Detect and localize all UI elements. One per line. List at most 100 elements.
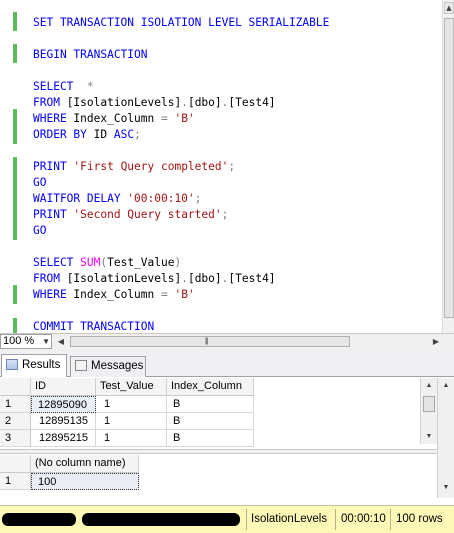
code-token: 'B'	[174, 288, 195, 301]
status-divider	[390, 509, 391, 530]
table-cell[interactable]: 1	[96, 413, 167, 430]
change-indicator	[13, 157, 17, 240]
scroll-down-icon[interactable]: ▼	[423, 431, 435, 443]
code-token: '00:00:10'	[127, 192, 195, 205]
results-grid-1[interactable]: ID Test_Value Index_Column 1 12895090 1 …	[0, 378, 437, 448]
scroll-right-icon[interactable]: ▶	[430, 335, 442, 348]
editor-horizontal-bar: 100 % ▼ ◀ ||| ▶	[0, 333, 454, 350]
scroll-down-icon[interactable]: ▼	[440, 482, 452, 494]
code-line: FROM [IsolationLevels].[dbo].[Test4]	[33, 95, 276, 111]
code-token: )	[174, 256, 182, 269]
code-token: [IsolationLevels]	[66, 96, 182, 109]
code-line: PRINT 'First Query completed';	[33, 159, 235, 175]
query-editor[interactable]: SET TRANSACTION ISOLATION LEVEL SERIALIZ…	[0, 0, 442, 333]
code-token: SUM	[80, 256, 101, 269]
tab-results[interactable]: Results	[1, 354, 67, 377]
status-bar: IsolationLevels 00:00:10 100 rows	[0, 505, 454, 533]
change-indicator	[13, 109, 17, 144]
code-token: SELECT	[33, 256, 81, 269]
code-token: [Test4]	[228, 96, 276, 109]
status-divider	[335, 509, 336, 530]
code-token: 'Second Query started'	[73, 208, 222, 221]
table-cell[interactable]: 12895135	[31, 413, 96, 430]
chevron-down-icon: ▼	[42, 337, 50, 346]
code-line: WHERE Index_Column = 'B'	[33, 111, 195, 127]
code-token: Test_Value	[107, 256, 175, 269]
code-token: *	[86, 80, 94, 93]
scroll-up-icon[interactable]: ▲	[440, 380, 452, 392]
scroll-up-icon[interactable]: ▲	[423, 380, 435, 392]
code-token: 'First Query completed'	[73, 160, 229, 173]
code-token: ;	[134, 128, 141, 141]
code-token: SELECT	[33, 80, 87, 93]
zoom-value: 100 %	[3, 335, 35, 347]
code-line: GO	[33, 175, 46, 191]
results-vertical-scrollbar[interactable]: ▲ ▼	[437, 378, 454, 498]
status-row-count: 100 rows	[396, 513, 443, 525]
code-line: GO	[33, 223, 46, 239]
horizontal-scrollbar-thumb[interactable]	[70, 336, 350, 347]
code-token: =	[160, 112, 175, 125]
tab-messages[interactable]: Messages	[70, 356, 146, 377]
column-header[interactable]: (No column name)	[31, 455, 139, 473]
code-token: .	[181, 96, 188, 109]
row-number[interactable]: 2	[0, 413, 31, 430]
table-cell[interactable]: 1	[96, 430, 167, 447]
row-number[interactable]: 1	[0, 473, 31, 490]
scroll-left-icon[interactable]: ◀	[55, 335, 67, 348]
table-cell[interactable]: B	[167, 413, 254, 430]
code-token: [dbo]	[187, 96, 222, 109]
code-token: [IsolationLevels]	[66, 272, 182, 285]
scrollbar-thumb[interactable]	[444, 18, 454, 318]
code-token: ;	[228, 160, 236, 173]
code-token: [dbo]	[187, 272, 222, 285]
code-token: 'B'	[174, 112, 195, 125]
row-number[interactable]: 1	[0, 396, 31, 413]
column-header[interactable]: Index_Column	[167, 378, 254, 396]
table-cell[interactable]: 12895090	[31, 396, 96, 413]
row-number[interactable]: 3	[0, 430, 31, 447]
code-line: ORDER BY ID ASC;	[33, 127, 141, 143]
column-header[interactable]: Test_Value	[96, 378, 167, 396]
messages-icon	[75, 360, 87, 372]
code-line: PRINT 'Second Query started';	[33, 207, 228, 223]
scrollbar-thumb[interactable]	[423, 396, 435, 412]
grip-icon: |||	[205, 338, 209, 345]
table-cell[interactable]: 12895215	[31, 430, 96, 447]
code-line: FROM [IsolationLevels].[dbo].[Test4]	[33, 271, 276, 287]
code-token: [Test4]	[228, 272, 276, 285]
code-token: Index_Column	[73, 288, 161, 301]
code-line: SELECT SUM(Test_Value)	[33, 255, 181, 271]
code-line: WAITFOR DELAY '00:00:10';	[33, 191, 201, 207]
grid-vertical-scrollbar[interactable]: ▲ ▼	[420, 378, 437, 444]
scroll-up-icon[interactable]: ▲	[444, 2, 454, 14]
table-cell[interactable]: 100	[31, 473, 139, 490]
code-token: WHERE	[33, 112, 74, 125]
redacted-server-name	[2, 513, 76, 526]
change-indicator	[13, 318, 17, 333]
code-token: GO	[33, 224, 47, 237]
code-token: PRINT	[33, 160, 74, 173]
code-token: ASC	[113, 128, 135, 141]
tab-results-label: Results	[22, 359, 61, 371]
code-token: WHERE	[33, 288, 74, 301]
code-token: COMMIT TRANSACTION	[33, 320, 155, 333]
zoom-select[interactable]: 100 % ▼	[0, 334, 52, 349]
editor-vertical-scrollbar[interactable]: ▲	[442, 0, 454, 333]
code-token: Index_Column	[73, 112, 161, 125]
table-cell[interactable]: 1	[96, 396, 167, 413]
change-indicator	[13, 285, 17, 304]
code-token: .	[181, 272, 188, 285]
status-database: IsolationLevels	[251, 513, 328, 525]
code-token: FROM	[33, 96, 67, 109]
column-header[interactable]: ID	[31, 378, 96, 396]
results-grid-2[interactable]: (No column name) 1 100	[0, 455, 437, 495]
code-token: BEGIN TRANSACTION	[33, 48, 148, 61]
code-line: SELECT *	[33, 79, 94, 95]
table-cell[interactable]: B	[167, 430, 254, 447]
change-indicator	[13, 44, 17, 63]
tab-messages-label: Messages	[91, 360, 144, 372]
change-indicator	[13, 12, 17, 31]
code-token: ID	[93, 128, 114, 141]
table-cell[interactable]: B	[167, 396, 254, 413]
